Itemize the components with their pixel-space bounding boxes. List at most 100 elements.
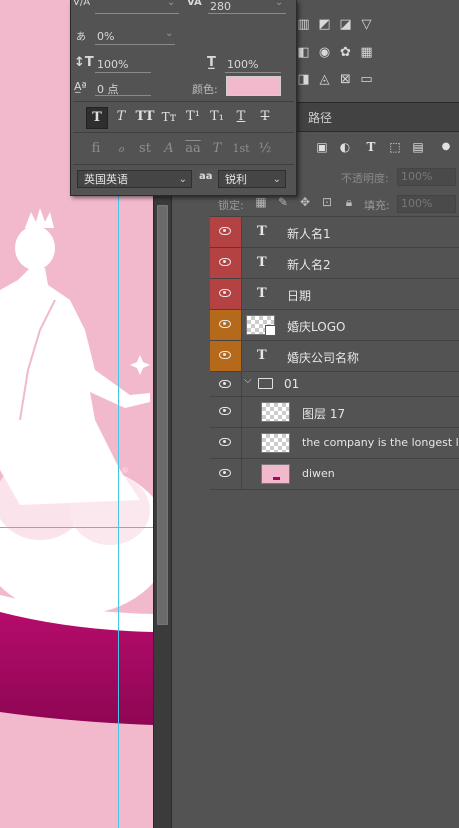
all-caps-button[interactable]: TT: [135, 107, 155, 127]
smart-object-badge-icon: [265, 325, 276, 336]
small-caps-button[interactable]: Tт: [159, 107, 179, 127]
layer-name[interactable]: 日期: [287, 287, 311, 304]
layer-row[interactable]: 图层 17: [210, 396, 459, 427]
kerning-field[interactable]: [95, 13, 179, 14]
layer-row[interactable]: T 新人名2: [210, 247, 459, 278]
bw-icon[interactable]: ◧: [296, 46, 311, 60]
fractions-button[interactable]: ½: [255, 139, 275, 159]
visibility-eye-icon[interactable]: [219, 438, 231, 446]
layer-row[interactable]: T 日期: [210, 278, 459, 309]
chevron-down-icon[interactable]: ⌄: [165, 28, 173, 39]
layer-name[interactable]: 图层 17: [302, 405, 345, 422]
layer-color-tag-orange[interactable]: [210, 341, 242, 371]
lock-pixels-icon[interactable]: ▦: [254, 195, 268, 209]
vertical-scale-field[interactable]: [95, 72, 151, 73]
layer-visibility-cell[interactable]: [210, 397, 242, 427]
chevron-down-icon[interactable]: ⌵: [244, 375, 252, 386]
visibility-eye-icon[interactable]: [219, 258, 231, 266]
layer-row[interactable]: T 婚庆公司名称: [210, 340, 459, 371]
exposure-icon[interactable]: ◪: [338, 18, 353, 32]
channel-mixer-icon[interactable]: ✿: [338, 46, 353, 60]
layer-row[interactable]: T 新人名1: [210, 216, 459, 247]
layer-visibility-cell[interactable]: [210, 372, 242, 396]
photo-filter-icon[interactable]: ◉: [317, 46, 332, 60]
layer-group-row[interactable]: ⌵ 01: [210, 371, 459, 396]
language-select[interactable]: 英国英语 ⌄: [77, 170, 192, 188]
gradient-map-icon[interactable]: ▭: [359, 73, 374, 87]
faux-italic-button[interactable]: T: [111, 107, 131, 127]
layer-row[interactable]: diwen: [210, 458, 459, 490]
ordinals-button[interactable]: 1st: [231, 139, 251, 159]
superscript-button[interactable]: T¹: [183, 107, 203, 127]
layer-color-tag-red[interactable]: [210, 248, 242, 278]
visibility-eye-icon[interactable]: [219, 320, 231, 328]
layer-visibility-cell[interactable]: [210, 459, 242, 489]
visibility-eye-icon[interactable]: [219, 289, 231, 297]
filter-adjustment-icon[interactable]: ◐: [338, 140, 352, 154]
discretionary-ligatures-button[interactable]: st: [135, 139, 155, 159]
tracking-field[interactable]: [208, 13, 286, 14]
strikethrough-button[interactable]: T: [255, 107, 275, 127]
levels-icon[interactable]: ▥: [296, 18, 311, 32]
layer-name[interactable]: 婚庆LOGO: [287, 318, 345, 335]
tracking-value[interactable]: 280: [210, 0, 231, 13]
curves-icon[interactable]: ◩: [317, 18, 332, 32]
guide-horizontal[interactable]: [0, 527, 153, 528]
horizontal-scale-field[interactable]: [225, 72, 281, 73]
group-name[interactable]: 01: [284, 377, 299, 391]
layer-name[interactable]: 新人名2: [287, 256, 331, 273]
visibility-eye-icon[interactable]: [219, 469, 231, 477]
filter-shape-icon[interactable]: ⬚: [388, 140, 402, 154]
tsume-value[interactable]: 0%: [97, 30, 114, 43]
layer-color-tag-red[interactable]: [210, 217, 242, 247]
visibility-eye-icon[interactable]: [219, 407, 231, 415]
color-lookup-icon[interactable]: ▦: [359, 46, 374, 60]
layer-name[interactable]: diwen: [302, 467, 335, 480]
vertical-scale-value[interactable]: 100%: [97, 58, 128, 71]
filter-smart-object-icon[interactable]: ▤: [411, 140, 425, 154]
filter-type-icon[interactable]: T: [364, 140, 378, 154]
lock-all-icon[interactable]: 🔒︎: [342, 195, 356, 209]
visibility-eye-icon[interactable]: [219, 227, 231, 235]
tab-paths[interactable]: 路径: [308, 109, 332, 126]
layer-name[interactable]: the company is the longest love: [302, 436, 458, 449]
tsume-field[interactable]: [95, 44, 175, 45]
antialias-select[interactable]: 锐利 ⌄: [218, 170, 286, 188]
ligatures-button[interactable]: fi: [86, 139, 106, 159]
old-style-button[interactable]: ℴ: [111, 139, 131, 159]
posterize-icon[interactable]: ◬: [317, 73, 332, 87]
filter-pixel-icon[interactable]: ▣: [315, 140, 329, 154]
faux-bold-button[interactable]: T: [86, 107, 108, 129]
text-color-swatch[interactable]: [226, 76, 281, 96]
layer-row[interactable]: 婚庆LOGO: [210, 309, 459, 340]
layer-name[interactable]: 婚庆公司名称: [287, 349, 359, 366]
tsume-icon: あ: [76, 32, 86, 43]
visibility-eye-icon[interactable]: [219, 351, 231, 359]
swash-button[interactable]: A: [159, 139, 179, 159]
opacity-field[interactable]: 100%: [397, 168, 456, 186]
fill-field[interactable]: 100%: [397, 195, 456, 213]
baseline-shift-field[interactable]: [95, 95, 151, 96]
divider: [73, 132, 294, 133]
layer-color-tag-red[interactable]: [210, 279, 242, 309]
lock-artboard-icon[interactable]: ⊡: [320, 195, 334, 209]
chevron-down-icon[interactable]: ⌄: [275, 0, 283, 8]
visibility-eye-icon[interactable]: [219, 380, 231, 388]
filter-toggle-icon[interactable]: ●: [439, 140, 453, 154]
layer-visibility-cell[interactable]: [210, 428, 242, 458]
subscript-button[interactable]: T₁: [207, 107, 227, 127]
scrollbar-thumb[interactable]: [157, 205, 168, 625]
horizontal-scale-value[interactable]: 100%: [227, 58, 258, 71]
chevron-down-icon[interactable]: ⌄: [167, 0, 175, 8]
selective-color-icon[interactable]: ⊠: [338, 73, 353, 87]
invert-icon[interactable]: ◨: [296, 73, 311, 87]
gradient-triangle-icon[interactable]: ▽: [359, 18, 374, 32]
lock-brush-icon[interactable]: ✎: [276, 195, 290, 209]
layer-row[interactable]: the company is the longest love: [210, 427, 459, 458]
underline-button[interactable]: T: [231, 107, 251, 127]
lock-position-icon[interactable]: ✥: [298, 195, 312, 209]
stylistic-alternates-button[interactable]: aa: [183, 139, 203, 159]
titling-alternates-button[interactable]: T: [207, 139, 227, 159]
layer-color-tag-orange[interactable]: [210, 310, 242, 340]
layer-name[interactable]: 新人名1: [287, 225, 331, 242]
